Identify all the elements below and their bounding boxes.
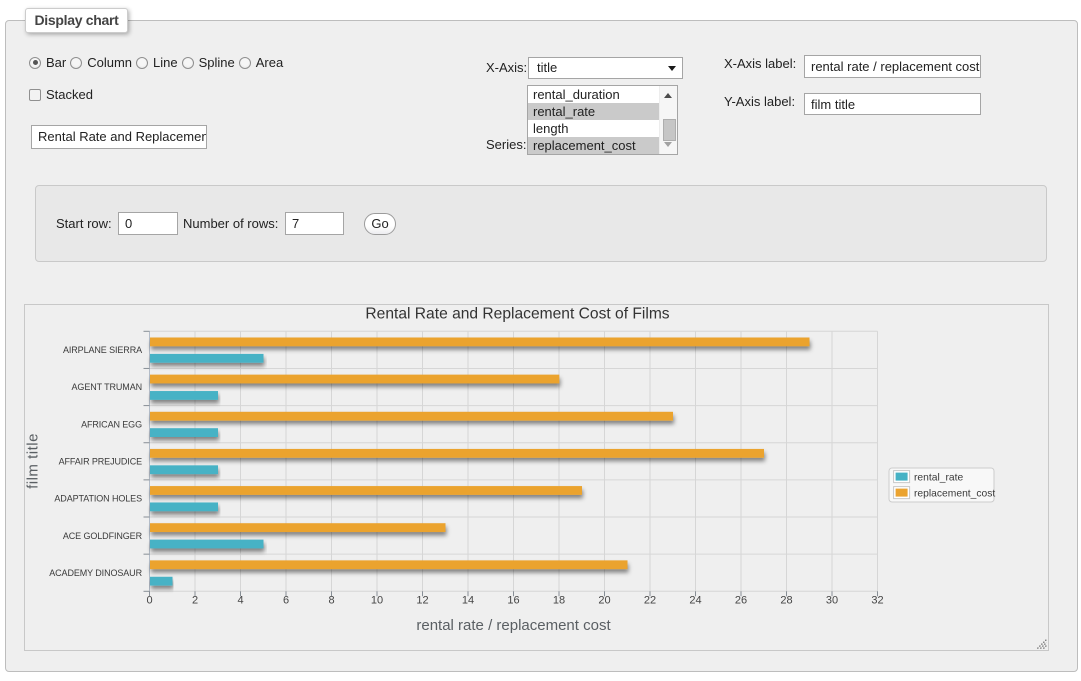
svg-text:24: 24 [689, 595, 701, 607]
svg-text:rental rate / replacement cost: rental rate / replacement cost [416, 617, 611, 634]
svg-text:replacement_cost: replacement_cost [914, 489, 995, 500]
svg-text:28: 28 [780, 595, 792, 607]
svg-text:Rental Rate and Replacement Co: Rental Rate and Replacement Cost of Film… [365, 306, 669, 323]
svg-text:AFRICAN EGG: AFRICAN EGG [81, 419, 142, 429]
svg-text:22: 22 [644, 595, 656, 607]
svg-text:6: 6 [283, 595, 289, 607]
svg-text:film title: film title [25, 433, 42, 489]
svg-text:AIRPLANE SIERRA: AIRPLANE SIERRA [63, 345, 142, 355]
svg-text:16: 16 [507, 595, 519, 607]
svg-text:ADAPTATION HOLES: ADAPTATION HOLES [54, 494, 142, 504]
svg-text:10: 10 [371, 595, 383, 607]
svg-text:26: 26 [735, 595, 747, 607]
svg-text:18: 18 [553, 595, 565, 607]
svg-text:rental_rate: rental_rate [914, 473, 964, 484]
svg-text:0: 0 [146, 595, 152, 607]
svg-text:12: 12 [416, 595, 428, 607]
svg-text:ACADEMY DINOSAUR: ACADEMY DINOSAUR [49, 568, 142, 578]
svg-text:8: 8 [328, 595, 334, 607]
svg-text:30: 30 [826, 595, 838, 607]
svg-text:4: 4 [237, 595, 243, 607]
svg-text:ACE GOLDFINGER: ACE GOLDFINGER [63, 531, 143, 541]
svg-text:2: 2 [192, 595, 198, 607]
svg-text:20: 20 [598, 595, 610, 607]
svg-text:AFFAIR PREJUDICE: AFFAIR PREJUDICE [59, 457, 143, 467]
svg-text:AGENT TRUMAN: AGENT TRUMAN [72, 382, 142, 392]
svg-text:32: 32 [871, 595, 883, 607]
svg-text:14: 14 [462, 595, 474, 607]
